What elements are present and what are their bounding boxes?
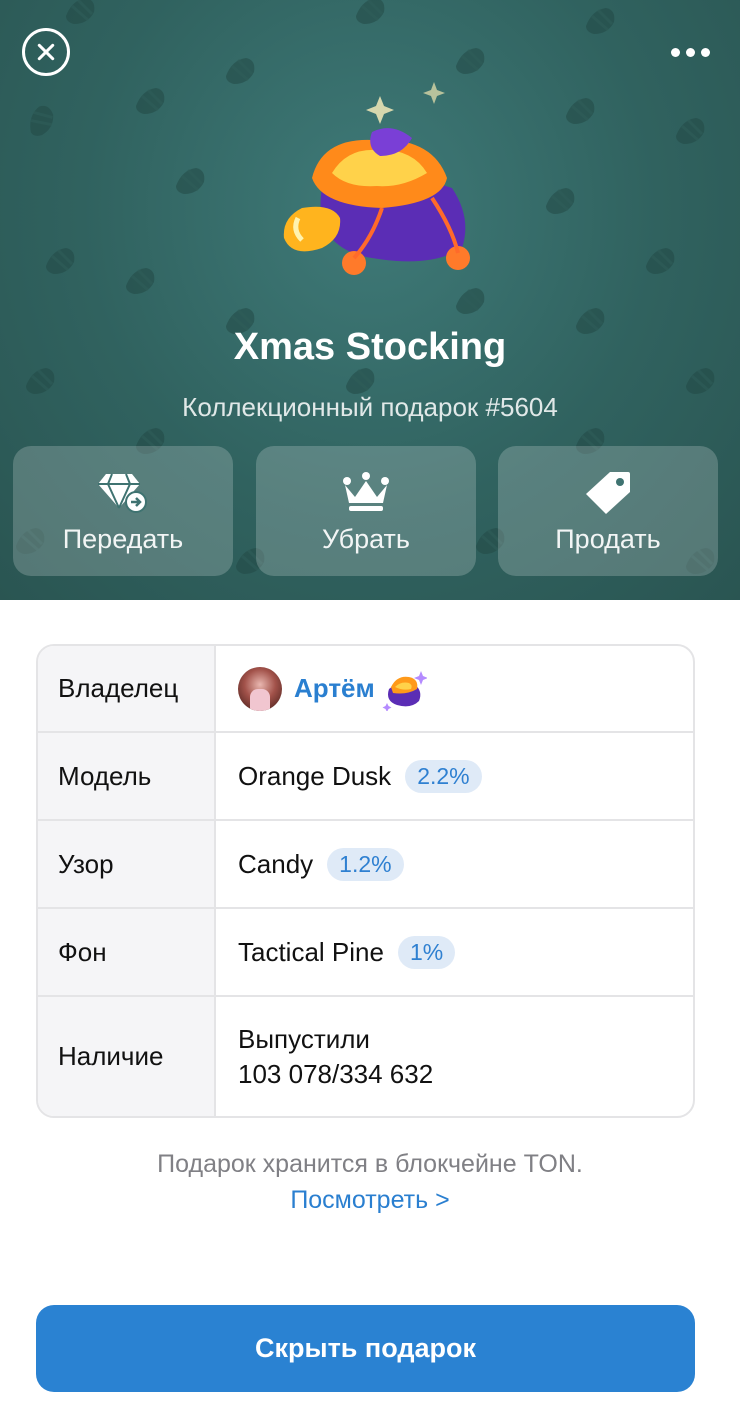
price-tag-icon: [580, 468, 636, 516]
backdrop-rarity-badge[interactable]: 1%: [397, 935, 456, 969]
pattern-key: Узор: [38, 821, 216, 907]
hide-gift-button[interactable]: Скрыть подарок: [36, 1305, 695, 1392]
owner-key: Владелец: [38, 646, 216, 731]
pattern-name: Candy: [238, 848, 314, 879]
pattern-row: Узор Candy 1.2%: [38, 821, 693, 909]
wear-button[interactable]: Убрать: [256, 446, 476, 576]
backdrop-row: Фон Tactical Pine 1%: [38, 909, 693, 997]
model-key: Модель: [38, 733, 216, 819]
more-options-icon[interactable]: [660, 40, 720, 64]
wear-label: Убрать: [322, 524, 410, 554]
gift-subtitle: Коллекционный подарок #5604: [182, 392, 558, 422]
owner-emoji-status-icon: [382, 670, 427, 711]
gift-title: Xmas Stocking: [233, 326, 507, 368]
sell-label: Продать: [555, 524, 661, 554]
backdrop-key: Фон: [38, 909, 216, 995]
close-icon[interactable]: [22, 28, 70, 76]
crown-icon: [338, 468, 394, 516]
backdrop-value: Tactical Pine 1%: [238, 909, 456, 995]
xmas-stocking-gift-image: [283, 82, 470, 275]
gift-info-table: Владелец Артём Модель Orange Dusk 2.2% У…: [36, 644, 695, 1118]
avatar: [238, 666, 282, 711]
availability-row: Наличие Выпустили 103 078/334 632: [38, 997, 693, 1116]
model-name: Orange Dusk: [238, 760, 392, 791]
availability-line-2: 103 078/334 632: [238, 1058, 434, 1089]
pattern-rarity-badge[interactable]: 1.2%: [327, 847, 404, 881]
gift-header: Xmas Stocking Коллекционный подарок #560…: [0, 0, 740, 600]
availability-line-1: Выпустили: [238, 1023, 370, 1054]
owner-value[interactable]: Артём: [238, 646, 427, 731]
diamond-transfer-icon: [95, 468, 151, 516]
transfer-button[interactable]: Передать: [13, 446, 233, 576]
availability-key: Наличие: [38, 997, 216, 1116]
model-row: Модель Orange Dusk 2.2%: [38, 733, 693, 821]
model-rarity-badge[interactable]: 2.2%: [405, 759, 482, 793]
view-on-blockchain-link[interactable]: Посмотреть >: [0, 1186, 740, 1215]
blockchain-note: Подарок хранится в блокчейне TON.: [157, 1150, 583, 1178]
transfer-label: Передать: [62, 524, 184, 554]
model-value: Orange Dusk 2.2%: [238, 733, 482, 819]
owner-row: Владелец Артём: [38, 646, 693, 733]
owner-name-link[interactable]: Артём: [294, 673, 375, 704]
sell-button[interactable]: Продать: [498, 446, 718, 576]
backdrop-name: Tactical Pine: [238, 936, 384, 967]
pattern-value: Candy 1.2%: [238, 821, 404, 907]
availability-value: Выпустили 103 078/334 632: [238, 997, 433, 1116]
